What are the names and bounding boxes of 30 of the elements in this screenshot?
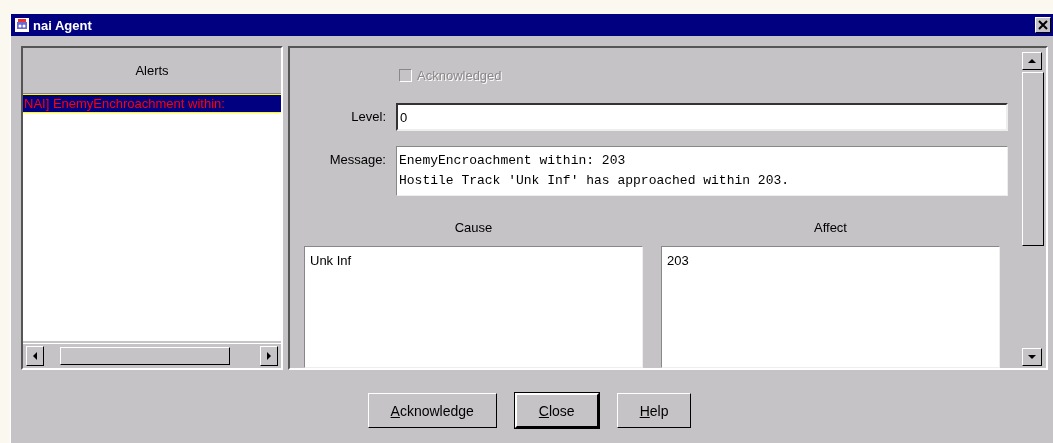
up-arrow-icon xyxy=(1028,58,1036,64)
scroll-right-button[interactable] xyxy=(260,346,278,366)
close-icon xyxy=(1038,20,1048,30)
message-field[interactable]: EnemyEncroachment within: 203 Hostile Track 'Unk Inf' has approached within 203. xyxy=(396,146,1008,196)
affect-header: Affect xyxy=(813,220,848,237)
message-line: Hostile Track 'Unk Inf' has approached within 203. xyxy=(399,172,791,190)
scroll-up-button[interactable] xyxy=(1022,52,1042,70)
left-arrow-icon xyxy=(32,352,38,360)
dialog-button[interactable]: Acknowledge xyxy=(367,393,497,428)
checkbox-label: Acknowledged xyxy=(417,67,502,83)
cause-field[interactable]: Unk Inf xyxy=(304,246,643,368)
affect-field[interactable]: 203 xyxy=(661,246,1000,368)
scroll-thumb[interactable] xyxy=(1022,72,1044,246)
window-title: nai Agent xyxy=(33,17,93,33)
alert-item[interactable]: NAI] EnemyEnchroachment within: xyxy=(23,94,281,113)
scroll-left-button[interactable] xyxy=(26,346,44,366)
dialog-button[interactable]: Close xyxy=(514,393,599,428)
close-button[interactable] xyxy=(1035,17,1051,33)
horizontal-scrollbar[interactable] xyxy=(23,343,281,368)
app-icon xyxy=(14,17,30,33)
dialog-button[interactable]: Help xyxy=(616,393,692,428)
scroll-thumb[interactable] xyxy=(60,347,230,365)
level-field[interactable]: 0 xyxy=(396,103,1008,131)
cause-header: Cause xyxy=(453,220,494,237)
message-label: Message: xyxy=(328,151,386,167)
message-line: EnemyEncroachment within: 203 xyxy=(399,152,627,170)
down-arrow-icon xyxy=(1028,354,1036,360)
right-arrow-icon xyxy=(266,352,272,360)
scroll-down-button[interactable] xyxy=(1022,348,1042,366)
level-label: Level: xyxy=(350,108,386,124)
